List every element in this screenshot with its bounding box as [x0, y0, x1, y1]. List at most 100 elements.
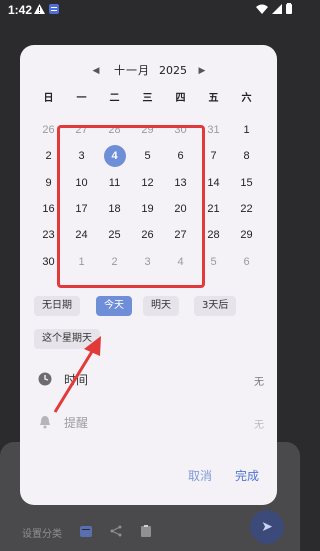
- day-cell[interactable]: 13: [164, 170, 197, 196]
- day-cell[interactable]: 30: [164, 117, 197, 143]
- day-cell[interactable]: 7: [197, 143, 230, 169]
- today-chip[interactable]: 今天: [96, 296, 132, 316]
- year-label[interactable]: 2025: [159, 62, 187, 80]
- day-number: 13: [174, 176, 187, 189]
- reminder-row[interactable]: 提醒 无: [38, 411, 266, 433]
- day-number: 12: [141, 176, 154, 189]
- prev-month-icon[interactable]: ◀: [91, 62, 101, 80]
- category-label: 设置分类: [22, 528, 62, 540]
- day-cell[interactable]: 6: [164, 143, 197, 169]
- day-cell[interactable]: 14: [197, 170, 230, 196]
- day-number: 28: [108, 124, 121, 136]
- day-cell[interactable]: 16: [32, 196, 65, 222]
- day-cell[interactable]: 4: [164, 249, 197, 275]
- warning-icon: [34, 3, 45, 17]
- day-cell[interactable]: 9: [32, 170, 65, 196]
- time-row[interactable]: 时间 无: [38, 368, 266, 390]
- day-cell[interactable]: 27: [65, 117, 98, 143]
- day-number: 31: [207, 124, 220, 136]
- day-number: 14: [207, 176, 220, 189]
- selected-day-cell[interactable]: 4: [98, 143, 131, 169]
- day-number: 6: [177, 150, 184, 163]
- day-cell[interactable]: 1: [230, 117, 263, 143]
- day-cell[interactable]: 28: [98, 117, 131, 143]
- day-cell[interactable]: 2: [98, 249, 131, 275]
- day-cell[interactable]: 24: [65, 222, 98, 248]
- tomorrow-chip[interactable]: 明天: [143, 296, 179, 316]
- day-cell[interactable]: 11: [98, 170, 131, 196]
- done-button[interactable]: 完成: [233, 463, 261, 488]
- day-cell[interactable]: 5: [197, 249, 230, 275]
- send-fab-icon: ➤: [250, 510, 284, 544]
- calendar-week-row: 9 10 11 12 13 14 15: [32, 170, 264, 196]
- calendar-week-row: 30 1 2 3 4 5 6: [32, 249, 264, 275]
- in-3-days-chip[interactable]: 3天后: [194, 296, 237, 316]
- day-cell[interactable]: 3: [131, 249, 164, 275]
- day-cell[interactable]: 23: [32, 222, 65, 248]
- day-number: 2: [111, 255, 118, 268]
- day-number: 2: [45, 150, 52, 163]
- share-icon: [110, 525, 122, 540]
- day-cell[interactable]: 10: [65, 170, 98, 196]
- signal-icon: [272, 3, 282, 17]
- day-cell[interactable]: 3: [65, 143, 98, 169]
- reminder-label: 提醒: [64, 416, 89, 430]
- day-cell[interactable]: 29: [131, 117, 164, 143]
- day-cell[interactable]: 22: [230, 196, 263, 222]
- next-month-icon[interactable]: ▶: [197, 62, 207, 80]
- day-cell[interactable]: 6: [230, 249, 263, 275]
- day-number: 30: [174, 124, 187, 136]
- day-number: 5: [144, 150, 151, 163]
- this-sunday-chip[interactable]: 这个星期天: [34, 329, 100, 349]
- month-label[interactable]: 十一月: [114, 62, 150, 80]
- bell-icon: [38, 415, 52, 429]
- day-cell[interactable]: 31: [197, 117, 230, 143]
- day-cell[interactable]: 2: [32, 143, 65, 169]
- day-cell[interactable]: 26: [131, 222, 164, 248]
- day-cell[interactable]: 20: [164, 196, 197, 222]
- day-number: 19: [141, 202, 154, 215]
- day-number: 26: [141, 229, 154, 242]
- day-number: 3: [78, 150, 85, 163]
- day-cell[interactable]: 19: [131, 196, 164, 222]
- day-cell[interactable]: 12: [131, 170, 164, 196]
- day-number: 30: [42, 255, 55, 268]
- status-time: 1:42: [8, 3, 33, 17]
- date-picker-dialog: ◀ 十一月 2025 ▶ 日 一 二 三 四 五 六 26 27 28 29 30 31 1…: [20, 45, 277, 505]
- day-cell[interactable]: 29: [230, 222, 263, 248]
- day-cell[interactable]: 25: [98, 222, 131, 248]
- day-cell[interactable]: 26: [32, 117, 65, 143]
- day-number: 3: [144, 255, 151, 268]
- weekday-header: 日 一 二 三 四 五 六: [32, 89, 264, 107]
- day-cell[interactable]: 30: [32, 249, 65, 275]
- no-date-chip[interactable]: 无日期: [34, 296, 80, 316]
- day-cell[interactable]: 1: [65, 249, 98, 275]
- day-number: 21: [207, 202, 220, 215]
- day-number: 4: [177, 255, 184, 268]
- day-number: 24: [75, 229, 88, 242]
- month-navigation: ◀ 十一月 2025 ▶: [20, 62, 277, 80]
- day-cell[interactable]: 17: [65, 196, 98, 222]
- day-cell[interactable]: 15: [230, 170, 263, 196]
- calendar-icon: [80, 525, 92, 540]
- day-cell[interactable]: 18: [98, 196, 131, 222]
- day-number: 8: [243, 150, 250, 163]
- calendar-week-row: 16 17 18 19 20 21 22: [32, 196, 264, 222]
- calendar-week-row: 2 3 4 5 6 7 8: [32, 143, 264, 169]
- battery-icon: [286, 3, 292, 17]
- day-number: 6: [243, 255, 250, 268]
- day-cell[interactable]: 8: [230, 143, 263, 169]
- calendar-week-row: 23 24 25 26 27 28 29: [32, 222, 264, 248]
- day-number: 22: [240, 202, 253, 215]
- cancel-button[interactable]: 取消: [186, 463, 214, 488]
- weekday-label: 三: [142, 93, 153, 104]
- day-cell[interactable]: 28: [197, 222, 230, 248]
- day-cell[interactable]: 27: [164, 222, 197, 248]
- clock-icon: [38, 372, 52, 386]
- dialog-footer: 取消 完成: [20, 463, 277, 489]
- day-number: 29: [240, 229, 253, 242]
- day-cell[interactable]: 21: [197, 196, 230, 222]
- day-cell[interactable]: 5: [131, 143, 164, 169]
- weekday-label: 四: [175, 93, 186, 104]
- weekday-label: 二: [109, 93, 120, 104]
